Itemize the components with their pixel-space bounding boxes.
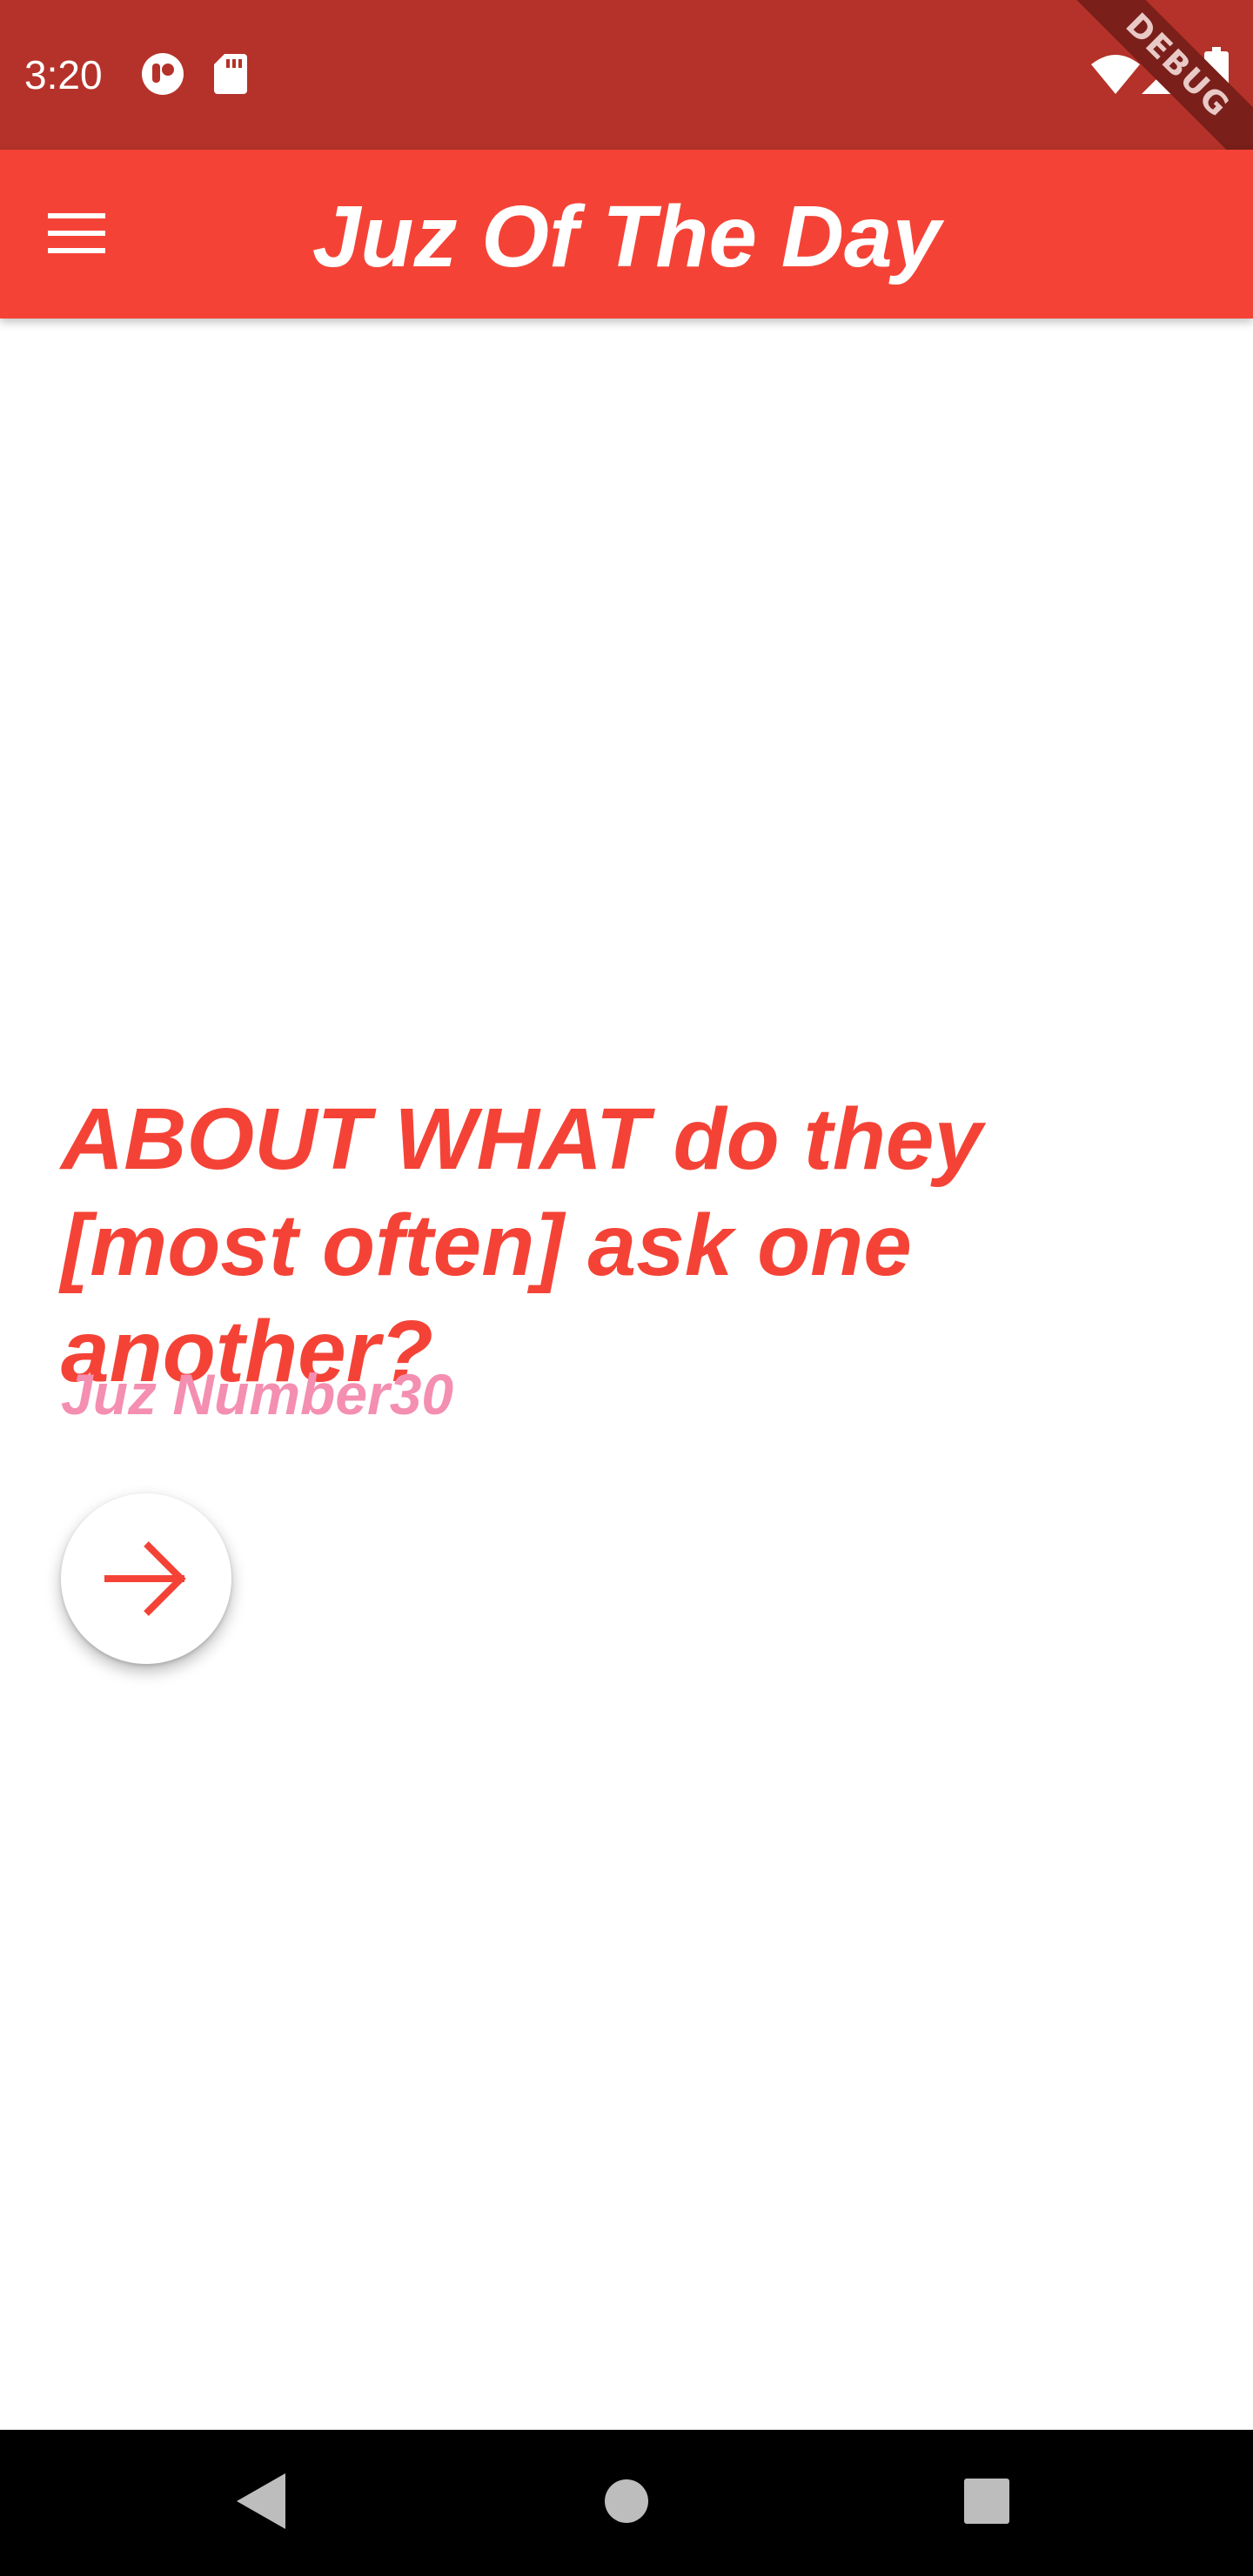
sd-card-icon — [214, 54, 247, 94]
arrow-forward-icon — [104, 1541, 186, 1616]
next-button[interactable] — [61, 1493, 231, 1664]
wifi-icon — [1091, 55, 1140, 94]
home-icon[interactable] — [604, 2479, 649, 2524]
app-bar: Juz Of The Day — [0, 150, 1253, 319]
app-title: Juz Of The Day — [312, 188, 941, 285]
juz-number-label: Juz Number30 — [61, 1362, 454, 1426]
status-bar: 3:20 DEBUG — [0, 0, 1253, 150]
app-notification-icon — [142, 53, 184, 95]
recents-icon[interactable] — [964, 2479, 1009, 2524]
status-time: 3:20 — [24, 52, 103, 97]
navigation-bar — [0, 2430, 1253, 2576]
back-icon[interactable] — [237, 2473, 285, 2529]
